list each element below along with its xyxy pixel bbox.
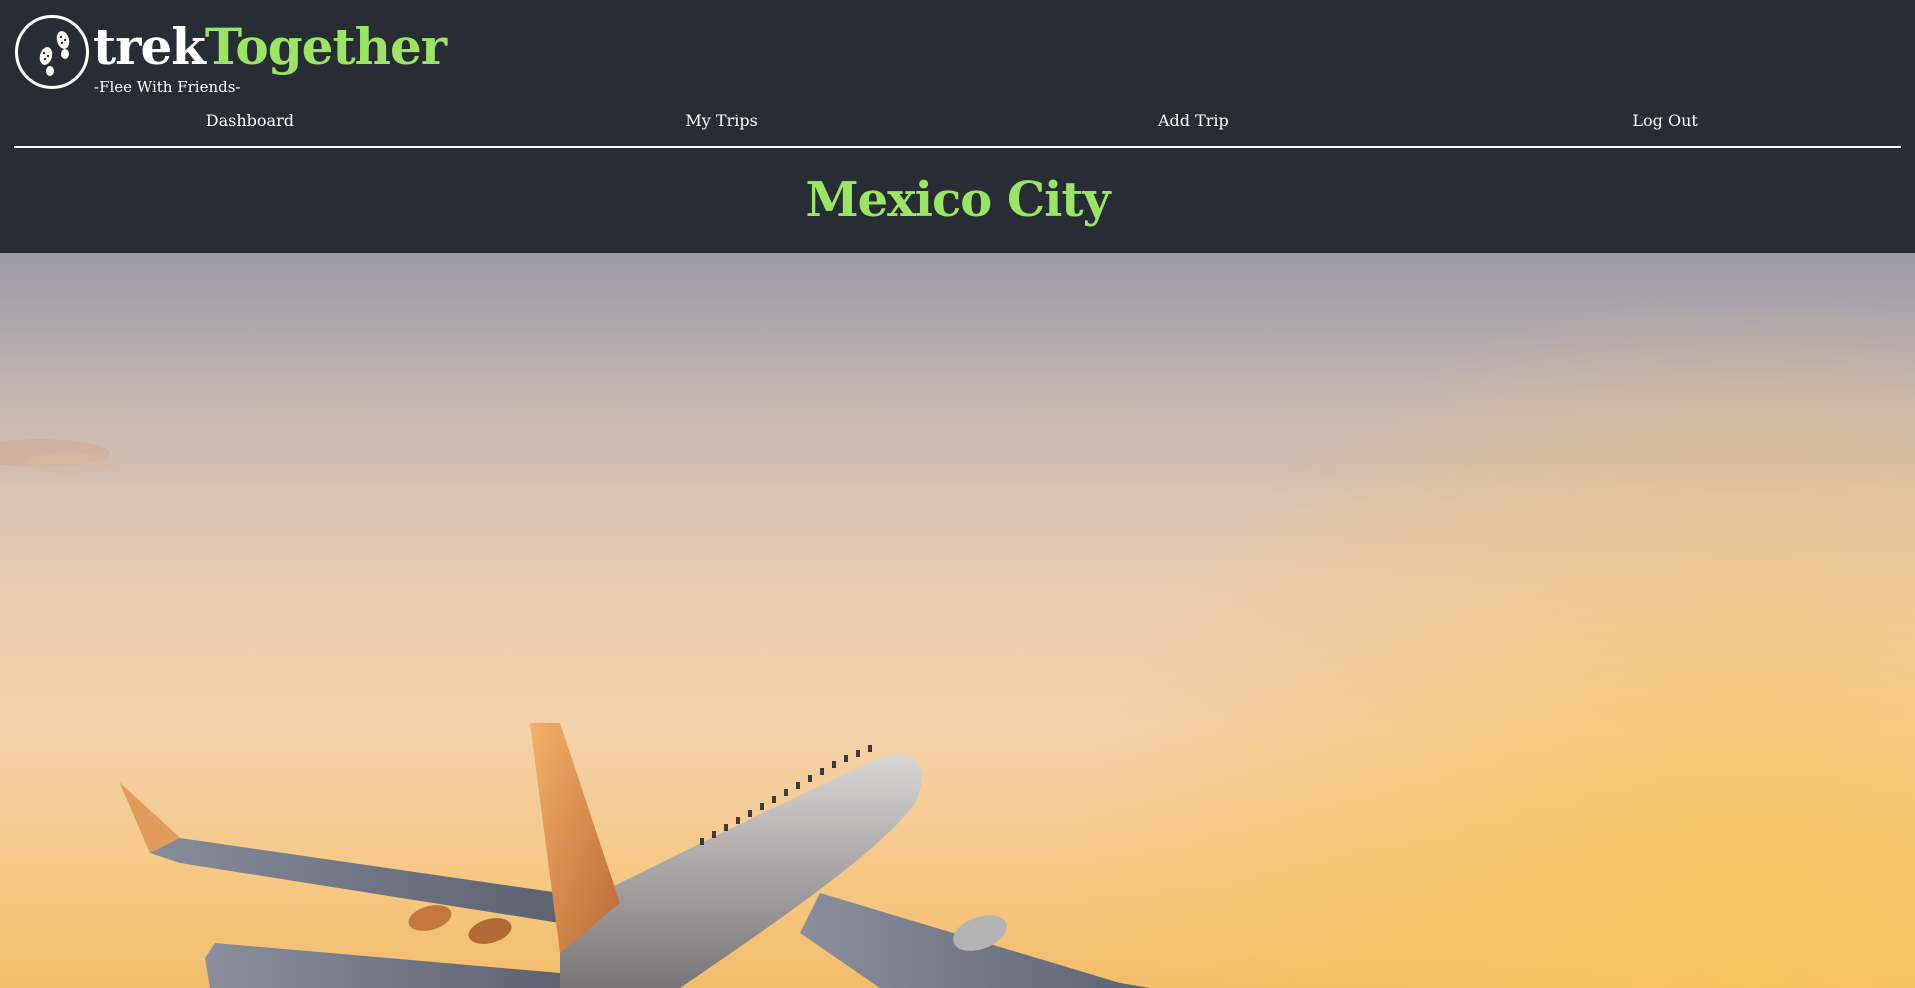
- site-header: trekTogether -Flee With Friends- Dashboa…: [0, 0, 1915, 253]
- footprints-icon: [15, 15, 89, 89]
- nav-item-my-trips[interactable]: My Trips: [486, 106, 958, 146]
- page-title: Mexico City: [805, 172, 1111, 228]
- brand-tagline: -Flee With Friends-: [94, 78, 241, 96]
- hero-image: [0, 253, 1915, 988]
- nav-item-log-out[interactable]: Log Out: [1429, 106, 1901, 146]
- brand-name-part2: Together: [204, 17, 447, 76]
- nav-item-add-trip[interactable]: Add Trip: [958, 106, 1430, 146]
- airplane-illustration: [0, 253, 1915, 988]
- brand-name-part1: trek: [93, 17, 206, 76]
- main-nav: Dashboard My Trips Add Trip Log Out: [14, 106, 1901, 148]
- nav-item-dashboard[interactable]: Dashboard: [14, 106, 486, 146]
- brand-name: trekTogether: [93, 17, 447, 77]
